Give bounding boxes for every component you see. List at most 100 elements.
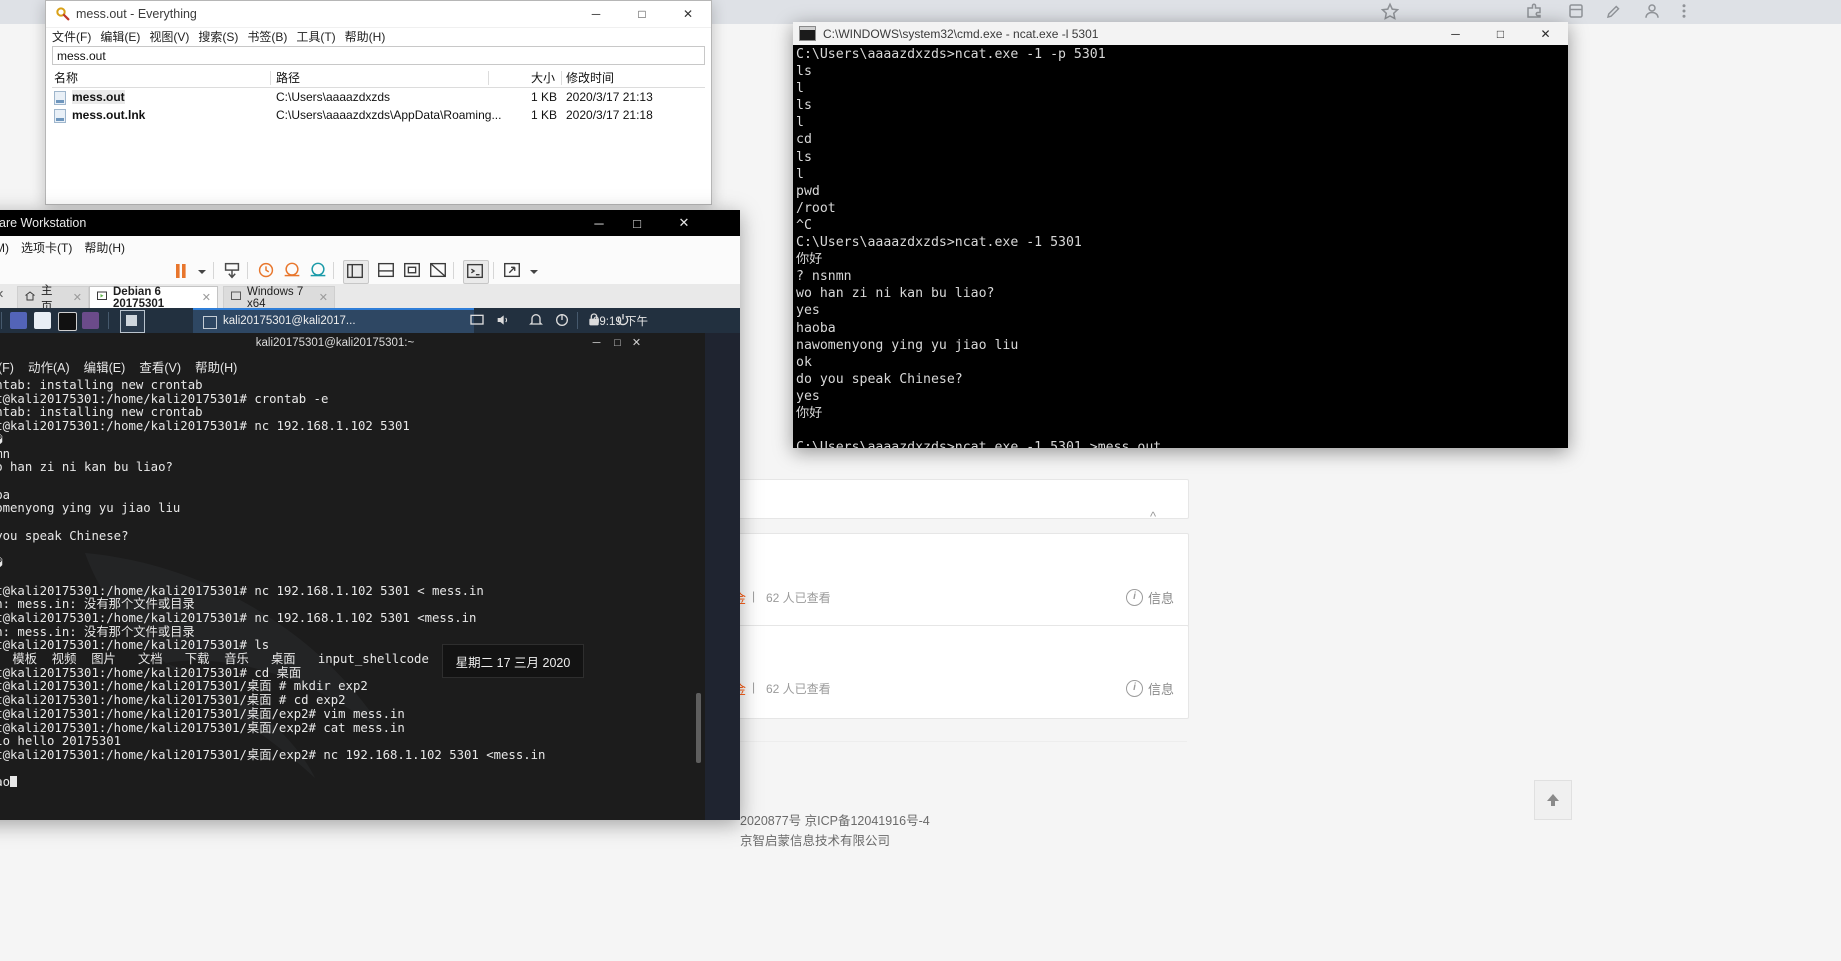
menu-bookmarks[interactable]: 书签(B) (247, 28, 287, 45)
tab-close-icon[interactable]: ✕ (319, 291, 328, 304)
bookmark-star-icon[interactable] (1381, 2, 1399, 20)
menu-tabs[interactable]: 选项卡(T) (21, 239, 72, 256)
tab-debian-label: Debian 6 20175301 (113, 285, 165, 310)
tab-close-icon[interactable]: ✕ (73, 291, 82, 304)
extensions-icon[interactable] (1525, 2, 1543, 20)
listing-card[interactable] (705, 533, 1189, 627)
close-button[interactable]: ✕ (665, 210, 703, 236)
pause-icon[interactable] (170, 260, 192, 282)
minimize-button[interactable]: ─ (1433, 22, 1478, 45)
column-header-path[interactable]: 路径 (276, 69, 300, 86)
menu-edit[interactable]: 编辑(E) (84, 357, 126, 376)
file-manager-icon[interactable] (34, 312, 51, 329)
tab-windows7[interactable]: Windows 7 x64 ✕ (223, 286, 335, 310)
menu-edit[interactable]: 编辑(E) (100, 28, 140, 45)
menu-search[interactable]: 搜索(S) (198, 28, 238, 45)
show-thumbnails-icon[interactable] (375, 260, 397, 282)
taskbar-window-label: kali20175301@kali2017... (223, 315, 356, 327)
minimize-button[interactable]: ─ (580, 210, 618, 236)
show-library-icon[interactable] (343, 260, 369, 284)
tab-debian[interactable]: Debian 6 20175301 ✕ (89, 285, 218, 310)
menu-vm[interactable]: 拟机(M) (0, 239, 9, 256)
file-name[interactable]: mess.out (72, 90, 125, 104)
column-header-name[interactable]: 名称 (54, 69, 78, 86)
fullscreen-icon[interactable] (401, 260, 423, 282)
menu-help[interactable]: 帮助(H) (345, 28, 386, 45)
maximize-button[interactable]: □ (1478, 22, 1523, 45)
cmd-console-output[interactable]: C:\Users\aaaazdxzds>ncat.exe -1 -p 5301 … (793, 45, 1568, 448)
column-divider[interactable] (561, 71, 562, 85)
unity-icon[interactable] (427, 260, 449, 282)
column-divider[interactable] (488, 71, 489, 85)
taskbar-window-button[interactable]: kali20175301@kali2017... (193, 308, 474, 335)
table-row[interactable]: mess.out.lnk C:\Users\aaaazdxzds\AppData… (52, 107, 705, 125)
column-header-modified[interactable]: 修改时间 (566, 69, 614, 86)
collections-icon[interactable] (1567, 2, 1585, 20)
window-switch-icon[interactable] (120, 310, 145, 333)
menu-file[interactable]: 文件(F) (52, 28, 91, 45)
power-icon[interactable] (554, 312, 571, 329)
cmd-title: C:\WINDOWS\system32\cmd.exe - ncat.exe -… (823, 26, 1099, 41)
snapshot-icon[interactable] (307, 260, 329, 282)
minimize-button[interactable]: ─ (573, 1, 619, 27)
expand-caret-icon[interactable] (523, 260, 545, 282)
maximize-button[interactable]: □ (618, 210, 656, 236)
menu-tools[interactable]: 工具(T) (296, 28, 335, 45)
tab-close-icon[interactable]: ✕ (202, 291, 211, 304)
pen-icon[interactable] (1605, 2, 1623, 20)
snapshot-manager-icon[interactable] (221, 260, 243, 282)
volume-icon[interactable] (495, 312, 512, 329)
dropdown-caret-icon[interactable] (191, 260, 213, 282)
toolbar-divider (333, 262, 334, 279)
view-count: | (752, 589, 756, 603)
file-list-header: 名称 路径 大小 修改时间 (52, 69, 705, 88)
lock-icon[interactable] (586, 312, 603, 329)
close-button[interactable]: ✕ (665, 1, 711, 27)
listing-card[interactable] (705, 625, 1189, 719)
revert-snapshot-icon[interactable] (281, 260, 303, 282)
menu-view[interactable]: 查看(V) (139, 357, 181, 376)
everything-window[interactable]: mess.out - Everything ─ □ ✕ 文件(F) 编辑(E) … (45, 0, 712, 205)
taskbar-divider (1, 312, 2, 329)
cmd-window[interactable]: C:\WINDOWS\system32\cmd.exe - ncat.exe -… (793, 22, 1568, 448)
back-to-top-button[interactable] (1534, 780, 1572, 820)
terminal-output[interactable]: crontab: installing new crontab root@kal… (0, 379, 697, 819)
vm-guest-screen[interactable]: kali20175301@kali2017... 09:19 下午 kali20… (0, 308, 740, 820)
column-header-size[interactable]: 大小 (531, 69, 555, 86)
display-icon[interactable] (469, 312, 486, 329)
menu-actions[interactable]: 动作(A) (28, 357, 70, 376)
file-name[interactable]: mess.out.lnk (72, 108, 145, 122)
info-button[interactable]: i 信息 (1126, 679, 1174, 698)
terminal-icon[interactable] (58, 312, 77, 331)
logout-icon[interactable] (615, 312, 632, 329)
expand-icon[interactable] (501, 260, 523, 282)
search-input[interactable]: mess.out (52, 46, 705, 65)
vmware-window[interactable]: are Workstation ─ □ ✕ 拟机(M) 选项卡(T) 帮助(H) (0, 210, 740, 820)
table-row[interactable]: mess.out C:\Users\aaaazdxzds 1 KB 2020/3… (52, 89, 705, 107)
profile-icon[interactable] (1643, 2, 1661, 20)
console-icon[interactable] (463, 260, 489, 284)
msf-icon[interactable] (82, 312, 99, 329)
menu-file[interactable]: 文件(F) (0, 357, 14, 376)
menu-view[interactable]: 视图(V) (149, 28, 189, 45)
settings-menu-icon[interactable] (1675, 2, 1693, 20)
close-button[interactable]: ✕ (1523, 22, 1568, 45)
info-button[interactable]: i 信息 (1126, 588, 1174, 607)
menu-help[interactable]: 帮助(H) (84, 239, 125, 256)
maximize-button[interactable]: □ (619, 1, 665, 27)
chevron-up-icon[interactable]: ^ (1150, 509, 1156, 524)
minimize-button[interactable]: ─ (589, 336, 604, 351)
menu-help[interactable]: 帮助(H) (195, 357, 237, 376)
tab-home[interactable]: 主页 ✕ (17, 285, 89, 313)
divider (705, 741, 1187, 742)
terminal-scrollbar[interactable] (696, 693, 701, 763)
sidebar-close-icon[interactable]: ✕ (0, 288, 4, 301)
maximize-button[interactable]: □ (610, 336, 625, 351)
notification-icon[interactable] (528, 312, 545, 329)
close-button[interactable]: ✕ (629, 336, 644, 351)
app1-icon[interactable] (10, 312, 27, 329)
view-count: | (752, 680, 756, 694)
kali-terminal-window[interactable]: kali20175301@kali20175301:~ ─ □ ✕ 文件(F) … (0, 333, 705, 820)
take-snapshot-icon[interactable] (255, 260, 277, 282)
column-divider[interactable] (270, 71, 271, 85)
